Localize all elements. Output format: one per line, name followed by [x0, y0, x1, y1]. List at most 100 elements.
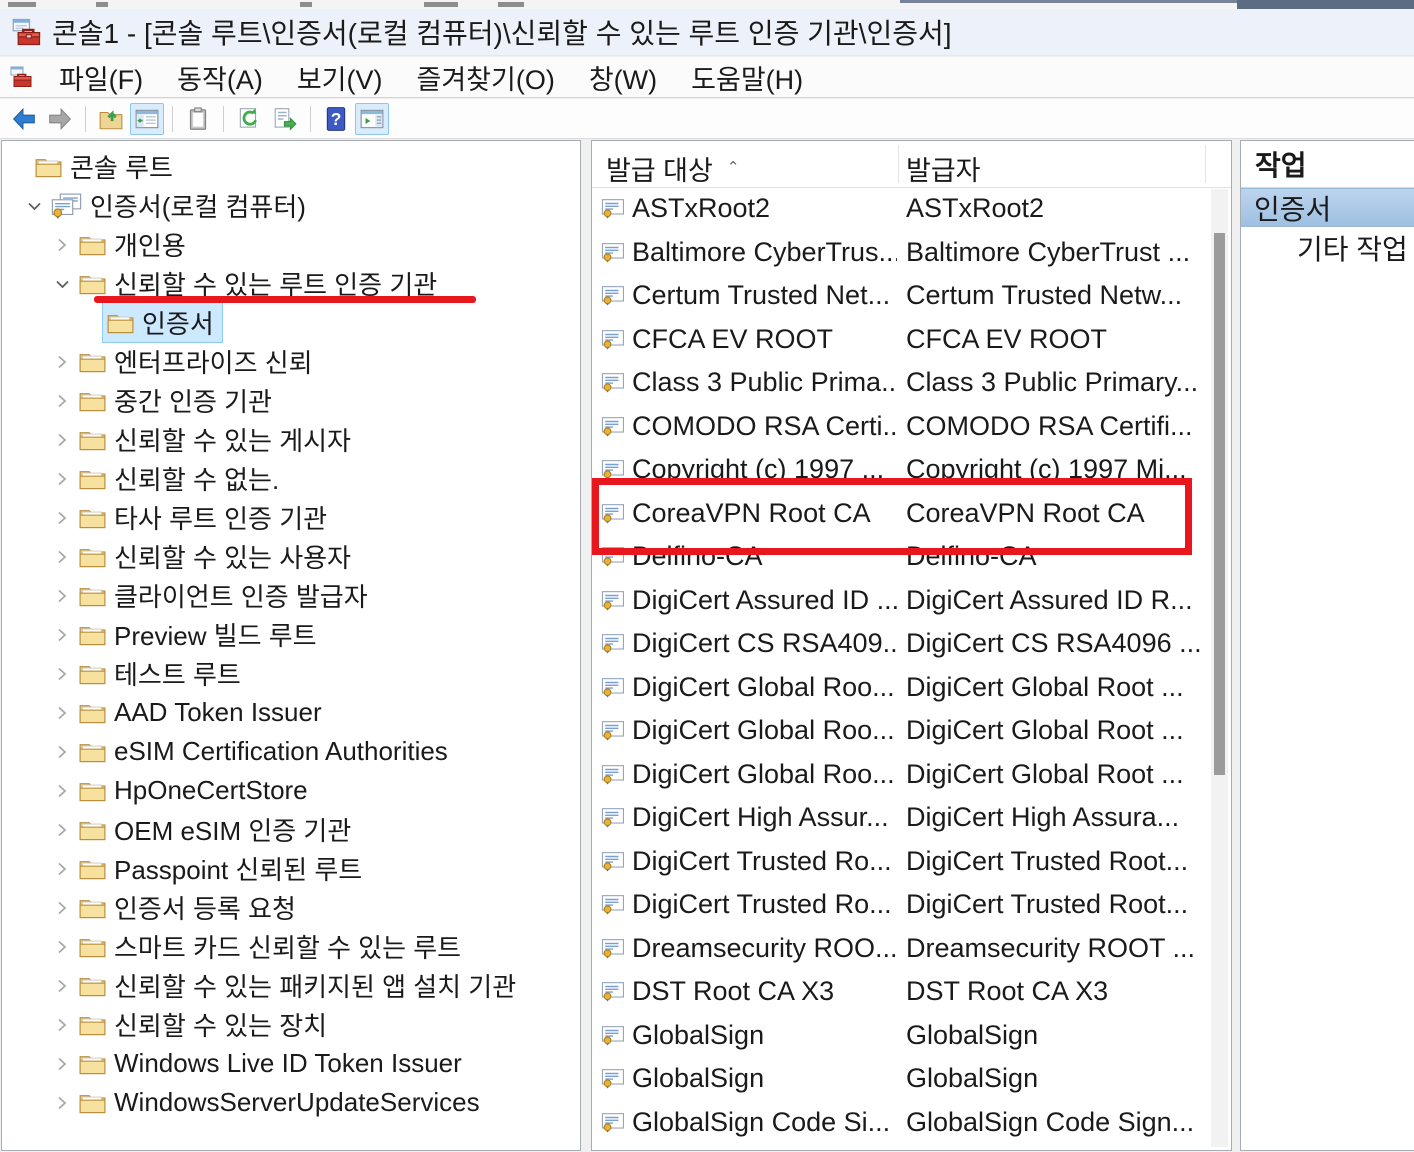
tree-node[interactable]: 테스트 루트 [74, 653, 250, 694]
tree-node[interactable]: WindowsServerUpdateServices [74, 1085, 489, 1120]
tree-item[interactable]: 개인용 [2, 225, 580, 264]
tree-item[interactable]: 엔터프라이즈 신뢰 [2, 342, 580, 381]
tree-node[interactable]: 중간 인증 기관 [74, 380, 281, 421]
certificate-row[interactable]: GlobalSignGlobalSign [592, 1057, 1231, 1101]
tree-node[interactable]: 스마트 카드 신뢰할 수 있는 루트 [74, 926, 470, 967]
menu-item-action[interactable]: 동작(A) [160, 58, 280, 97]
certificate-row[interactable]: DST Root CA X3DST Root CA X3 [592, 970, 1231, 1014]
tree-item[interactable]: Passpoint 신뢰된 루트 [2, 849, 580, 888]
toolbar-button-up-one-level-folder[interactable] [94, 103, 128, 135]
tree-item[interactable]: 스마트 카드 신뢰할 수 있는 루트 [2, 927, 580, 966]
chevron-right-icon[interactable] [50, 389, 74, 413]
toolbar-button-console-tree-toggle[interactable] [130, 103, 164, 135]
menu-item-window[interactable]: 창(W) [572, 58, 674, 97]
tree-node[interactable]: 엔터프라이즈 신뢰 [74, 341, 322, 382]
chevron-right-icon[interactable] [50, 935, 74, 959]
chevron-right-icon[interactable] [50, 1091, 74, 1115]
chevron-right-icon[interactable] [50, 974, 74, 998]
tree-item[interactable]: 신뢰할 수 있는 장치 [2, 1005, 580, 1044]
tree-item[interactable]: 신뢰할 수 없는. [2, 459, 580, 498]
toolbar-button-back-arrow[interactable] [7, 103, 41, 135]
list-scrollbar[interactable] [1211, 189, 1228, 1147]
tree-node[interactable]: OEM eSIM 인증 기관 [74, 809, 360, 850]
menu-item-help[interactable]: 도움말(H) [674, 58, 820, 97]
chevron-right-icon[interactable] [50, 857, 74, 881]
column-divider[interactable] [1205, 145, 1206, 183]
tree-item[interactable]: 신뢰할 수 있는 게시자 [2, 420, 580, 459]
tree-item[interactable]: 콘솔 루트 [2, 147, 580, 186]
certificate-row[interactable]: DigiCert Assured ID ...DigiCert Assured … [592, 579, 1231, 623]
certificate-row[interactable]: GlobalSignGlobalSign [592, 1014, 1231, 1058]
tree-node[interactable]: eSIM Certification Authorities [74, 734, 457, 769]
column-header-issued-by[interactable]: 발급자 [906, 149, 981, 188]
tree-item[interactable]: Windows Live ID Token Issuer [2, 1044, 580, 1083]
chevron-right-icon[interactable] [50, 818, 74, 842]
tree-node[interactable]: 인증서(로컬 컴퓨터) [46, 185, 315, 226]
chevron-right-icon[interactable] [50, 1013, 74, 1037]
tree-node[interactable]: 타사 루트 인증 기관 [74, 497, 336, 538]
toolbar-button-action-pane-toggle[interactable] [355, 103, 389, 135]
tree-node[interactable]: 신뢰할 수 있는 장치 [74, 1004, 336, 1045]
certificate-row[interactable]: DigiCert Trusted Ro...DigiCert Trusted R… [592, 840, 1231, 884]
tree-item[interactable]: 신뢰할 수 있는 패키지된 앱 설치 기관 [2, 966, 580, 1005]
title-bar[interactable]: 콘솔1 - [콘솔 루트\인증서(로컬 컴퓨터)\신뢰할 수 있는 루트 인증 … [0, 9, 1414, 56]
tree-node[interactable]: 클라이언트 인증 발급자 [74, 575, 377, 616]
chevron-right-icon[interactable] [50, 233, 74, 257]
chevron-right-icon[interactable] [50, 662, 74, 686]
certificate-row[interactable]: ASTxRoot2ASTxRoot2 [592, 187, 1231, 231]
tree-item[interactable]: OEM eSIM 인증 기관 [2, 810, 580, 849]
tree-node[interactable]: Preview 빌드 루트 [74, 614, 326, 655]
menu-item-view[interactable]: 보기(V) [280, 58, 400, 97]
toolbar-button-export-list[interactable] [268, 103, 302, 135]
toolbar-button-clipboard[interactable] [181, 103, 215, 135]
tree-item[interactable]: 테스트 루트 [2, 654, 580, 693]
chevron-down-icon[interactable] [22, 194, 46, 218]
chevron-right-icon[interactable] [50, 506, 74, 530]
tree-item[interactable]: eSIM Certification Authorities [2, 732, 580, 771]
tree-node[interactable]: 콘솔 루트 [30, 146, 182, 187]
certificate-row[interactable]: CFCA EV ROOTCFCA EV ROOT [592, 318, 1231, 362]
actions-more-actions[interactable]: 기타 작업 [1241, 227, 1414, 268]
column-header-issued-to[interactable]: 발급 대상⌃ [606, 149, 739, 188]
certificate-row[interactable]: Baltimore CyberTrus...Baltimore CyberTru… [592, 231, 1231, 275]
tree-node[interactable]: 신뢰할 수 없는. [74, 458, 288, 499]
tree-item[interactable]: AAD Token Issuer [2, 693, 580, 732]
column-divider[interactable] [898, 145, 899, 183]
toolbar-button-refresh[interactable] [232, 103, 266, 135]
toolbar-button-help[interactable]: ? [319, 103, 353, 135]
certificate-row[interactable]: Class 3 Public Prima...Class 3 Public Pr… [592, 361, 1231, 405]
tree-node[interactable]: 신뢰할 수 있는 패키지된 앱 설치 기관 [74, 965, 525, 1006]
tree-node[interactable]: AAD Token Issuer [74, 695, 331, 730]
chevron-right-icon[interactable] [50, 1052, 74, 1076]
tree-item[interactable]: 중간 인증 기관 [2, 381, 580, 420]
chevron-right-icon[interactable] [50, 623, 74, 647]
tree-node[interactable]: Windows Live ID Token Issuer [74, 1046, 471, 1081]
tree-node[interactable]: 신뢰할 수 있는 게시자 [74, 419, 360, 460]
tree-item[interactable]: WindowsServerUpdateServices [2, 1083, 580, 1122]
actions-group-certificates[interactable]: 인증서 [1241, 188, 1414, 227]
chevron-right-icon[interactable] [50, 779, 74, 803]
chevron-right-icon[interactable] [50, 584, 74, 608]
tree-item[interactable]: 타사 루트 인증 기관 [2, 498, 580, 537]
tree-item[interactable]: 인증서 [2, 303, 580, 342]
tree-node[interactable]: 개인용 [74, 224, 195, 265]
chevron-down-icon[interactable] [50, 272, 74, 296]
certificate-row[interactable]: Dreamsecurity ROO...Dreamsecurity ROOT .… [592, 927, 1231, 971]
chevron-right-icon[interactable] [50, 896, 74, 920]
certificate-row[interactable]: GlobalSign Code Si...GlobalSign Code Sig… [592, 1101, 1231, 1145]
certificate-row[interactable]: Certum Trusted Net...Certum Trusted Netw… [592, 274, 1231, 318]
tree-item[interactable]: 인증서 등록 요청 [2, 888, 580, 927]
chevron-right-icon[interactable] [50, 428, 74, 452]
tree-node-selected[interactable]: 인증서 [102, 302, 223, 343]
certificate-row[interactable]: DigiCert Trusted Ro...DigiCert Trusted R… [592, 883, 1231, 927]
tree-item[interactable]: 인증서(로컬 컴퓨터) [2, 186, 580, 225]
certificate-row[interactable]: DigiCert CS RSA409...DigiCert CS RSA4096… [592, 622, 1231, 666]
list-scrollbar-thumb[interactable] [1214, 233, 1225, 775]
menu-item-favorites[interactable]: 즐겨찾기(O) [400, 58, 572, 97]
chevron-right-icon[interactable] [50, 350, 74, 374]
certificate-row[interactable]: DigiCert Global Roo...DigiCert Global Ro… [592, 709, 1231, 753]
certificate-row[interactable]: DigiCert High Assur...DigiCert High Assu… [592, 796, 1231, 840]
tree-item[interactable]: 신뢰할 수 있는 사용자 [2, 537, 580, 576]
certificate-row[interactable]: COMODO RSA Certi...COMODO RSA Certifi... [592, 405, 1231, 449]
certificate-row[interactable]: DigiCert Global Roo...DigiCert Global Ro… [592, 753, 1231, 797]
